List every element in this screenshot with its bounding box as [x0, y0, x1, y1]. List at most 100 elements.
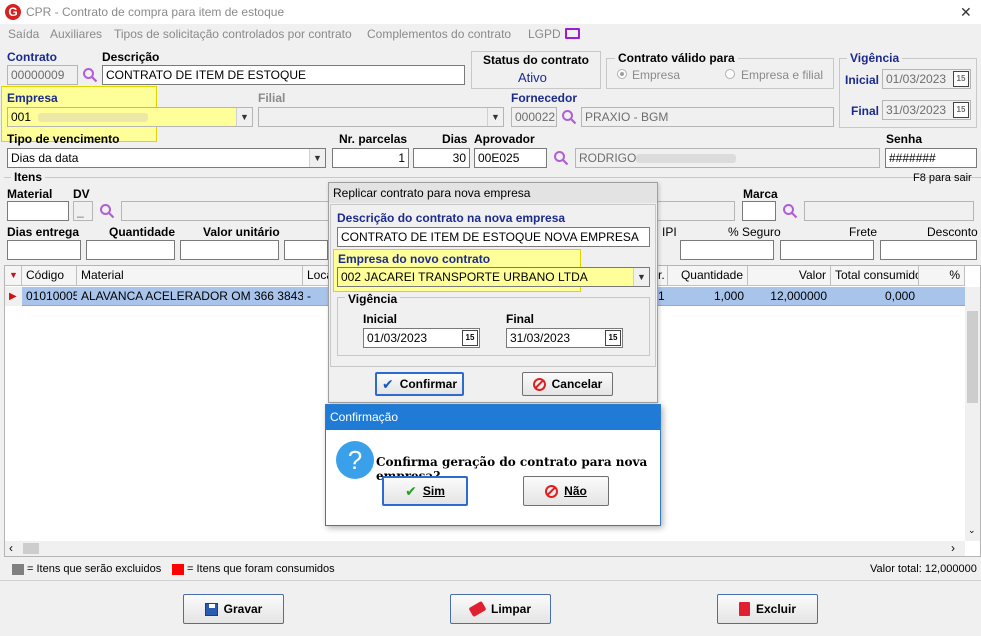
scroll-thumb[interactable] [967, 311, 978, 403]
menu-lgpd[interactable]: LGPD [528, 27, 561, 41]
empresa-label: Empresa [7, 91, 58, 105]
frete-field[interactable] [780, 240, 874, 260]
menu-tipos-solicitacao[interactable]: Tipos de solicitação controlados por con… [114, 27, 352, 41]
desconto-field[interactable] [880, 240, 977, 260]
chevron-down-icon[interactable]: ▼ [633, 268, 649, 286]
vertical-scrollbar[interactable]: ⌄ [965, 287, 980, 541]
menu-auxiliares[interactable]: Auxiliares [50, 27, 102, 41]
nr-parcelas-field[interactable]: 1 [332, 148, 409, 168]
search-icon[interactable] [553, 150, 569, 166]
replicar-empresa-value: 002 JACAREI TRANSPORTE URBANO LTDA [341, 270, 588, 284]
cancel-icon [545, 484, 559, 498]
replicar-inicial-field[interactable]: 01/03/2023 15 [363, 328, 480, 348]
dv-field: _ [73, 201, 93, 221]
contrato-label: Contrato [7, 50, 57, 64]
seguro-field[interactable] [680, 240, 774, 260]
horizontal-scrollbar[interactable]: ‹ › [5, 541, 965, 556]
fornecedor-code-field[interactable]: 000022 [511, 107, 557, 127]
descricao-label: Descrição [102, 50, 160, 64]
radio-empresa-filial[interactable] [725, 69, 735, 79]
row-material: ALAVANCA ACELERADOR OM 366 384300... [81, 289, 303, 303]
calendar-icon[interactable]: 15 [605, 330, 621, 346]
contrato-field[interactable]: 00000009 [7, 65, 78, 85]
tipo-vencimento-value: Dias da data [11, 151, 79, 165]
confirmar-button[interactable]: ✔ Confirmar [375, 372, 464, 396]
aprovador-name-value: RODRIGO [579, 151, 637, 165]
eraser-icon [468, 600, 487, 618]
scroll-down-icon[interactable]: ⌄ [968, 525, 976, 536]
legend-consumidos: = Itens que foram consumidos [187, 563, 335, 575]
search-icon[interactable] [782, 203, 798, 219]
legend-excluidos: = Itens que serão excluidos [27, 563, 162, 575]
replicar-final-field[interactable]: 31/03/2023 15 [506, 328, 623, 348]
limpar-button[interactable]: Limpar [450, 594, 551, 624]
calendar-icon[interactable]: 15 [953, 102, 969, 118]
itens-hint: F8 para sair [913, 172, 972, 184]
grid-header-consumido[interactable]: Total consumido [831, 266, 919, 286]
radio-empresa-filial-label: Empresa e filial [741, 68, 824, 82]
chevron-down-icon[interactable]: ▼ [487, 108, 503, 126]
menu-saida[interactable]: Saída [8, 27, 39, 41]
scroll-left-icon[interactable]: ‹ [9, 541, 13, 555]
dias-field[interactable]: 30 [413, 148, 470, 168]
nao-button[interactable]: Não [523, 476, 609, 506]
grid-header-codigo[interactable]: Código [22, 266, 77, 286]
search-icon[interactable] [99, 203, 115, 219]
excluir-label: Excluir [755, 602, 797, 616]
close-window-button[interactable]: ✕ [960, 4, 972, 21]
check-icon: ✔ [381, 375, 394, 392]
senha-field[interactable]: ####### [885, 148, 977, 168]
valor-unitario-field[interactable] [180, 240, 279, 260]
vigencia-label: Vigência [847, 51, 903, 65]
gravar-button[interactable]: Gravar [183, 594, 284, 624]
vigencia-inicial-field[interactable]: 01/03/2023 15 [882, 69, 971, 89]
replicar-empresa-combo[interactable]: 002 JACAREI TRANSPORTE URBANO LTDA ▼ [337, 267, 650, 287]
marca-field[interactable] [742, 201, 776, 221]
radio-empresa[interactable] [617, 69, 627, 79]
question-icon: ? [336, 441, 374, 479]
aprovador-code-field[interactable]: 00E025 [474, 148, 547, 168]
grid-indicator-col[interactable]: ▼ [5, 266, 22, 286]
grid-header-valor[interactable]: Valor [748, 266, 831, 286]
replicar-desc-field[interactable]: CONTRATO DE ITEM DE ESTOQUE NOVA EMPRESA [337, 227, 650, 247]
legend-consumidos-swatch [172, 564, 184, 575]
confirm-dialog: Confirmação ? Confirma geração do contra… [325, 404, 661, 526]
vigencia-inicial-value: 01/03/2023 [886, 72, 947, 86]
menu-complementos[interactable]: Complementos do contrato [367, 27, 511, 41]
monitor-icon[interactable] [565, 28, 580, 39]
row-codigo: 01010005 [26, 289, 77, 303]
status-value: Ativo [518, 70, 547, 85]
material-field[interactable] [7, 201, 69, 221]
grid-header-quantidade[interactable]: Quantidade [668, 266, 748, 286]
calendar-icon[interactable]: 15 [462, 330, 478, 346]
scroll-right-icon[interactable]: › [951, 541, 955, 555]
dias-entrega-label: Dias entrega [7, 225, 80, 239]
empresa-combo[interactable]: 001 ▼ [7, 107, 253, 127]
row-quantidade: 1,000 [713, 289, 744, 303]
chevron-down-icon[interactable]: ▼ [309, 149, 325, 167]
replicar-desc-label: Descrição do contrato na nova empresa [337, 211, 566, 225]
grid-header-pct[interactable]: % [919, 266, 965, 286]
calendar-icon[interactable]: 15 [953, 71, 969, 87]
cancelar-button[interactable]: Cancelar [522, 372, 613, 396]
tipo-vencimento-combo[interactable]: Dias da data ▼ [7, 148, 326, 168]
excluir-button[interactable]: Excluir [717, 594, 818, 624]
trash-icon [738, 602, 750, 616]
vigencia-final-field[interactable]: 31/03/2023 15 [882, 100, 971, 120]
confirm-dialog-title: Confirmação [326, 405, 660, 430]
grid-header-material[interactable]: Material [77, 266, 303, 286]
desconto-label: Desconto [927, 225, 978, 239]
marca-label: Marca [743, 187, 778, 201]
sim-button[interactable]: ✔ Sim [382, 476, 468, 506]
replicar-dialog-title: Replicar contrato para nova empresa [329, 183, 657, 203]
search-icon[interactable] [82, 67, 98, 83]
descricao-field[interactable]: CONTRATO DE ITEM DE ESTOQUE [102, 65, 465, 85]
extra-field[interactable] [284, 240, 328, 260]
scroll-thumb-h[interactable] [23, 543, 39, 554]
filial-combo[interactable]: ▼ [258, 107, 504, 127]
search-icon[interactable] [561, 109, 577, 125]
dias-entrega-field[interactable] [7, 240, 81, 260]
chevron-down-icon[interactable]: ▼ [236, 108, 252, 126]
ipi-label: IPI [662, 225, 677, 239]
quantidade-field[interactable] [86, 240, 175, 260]
